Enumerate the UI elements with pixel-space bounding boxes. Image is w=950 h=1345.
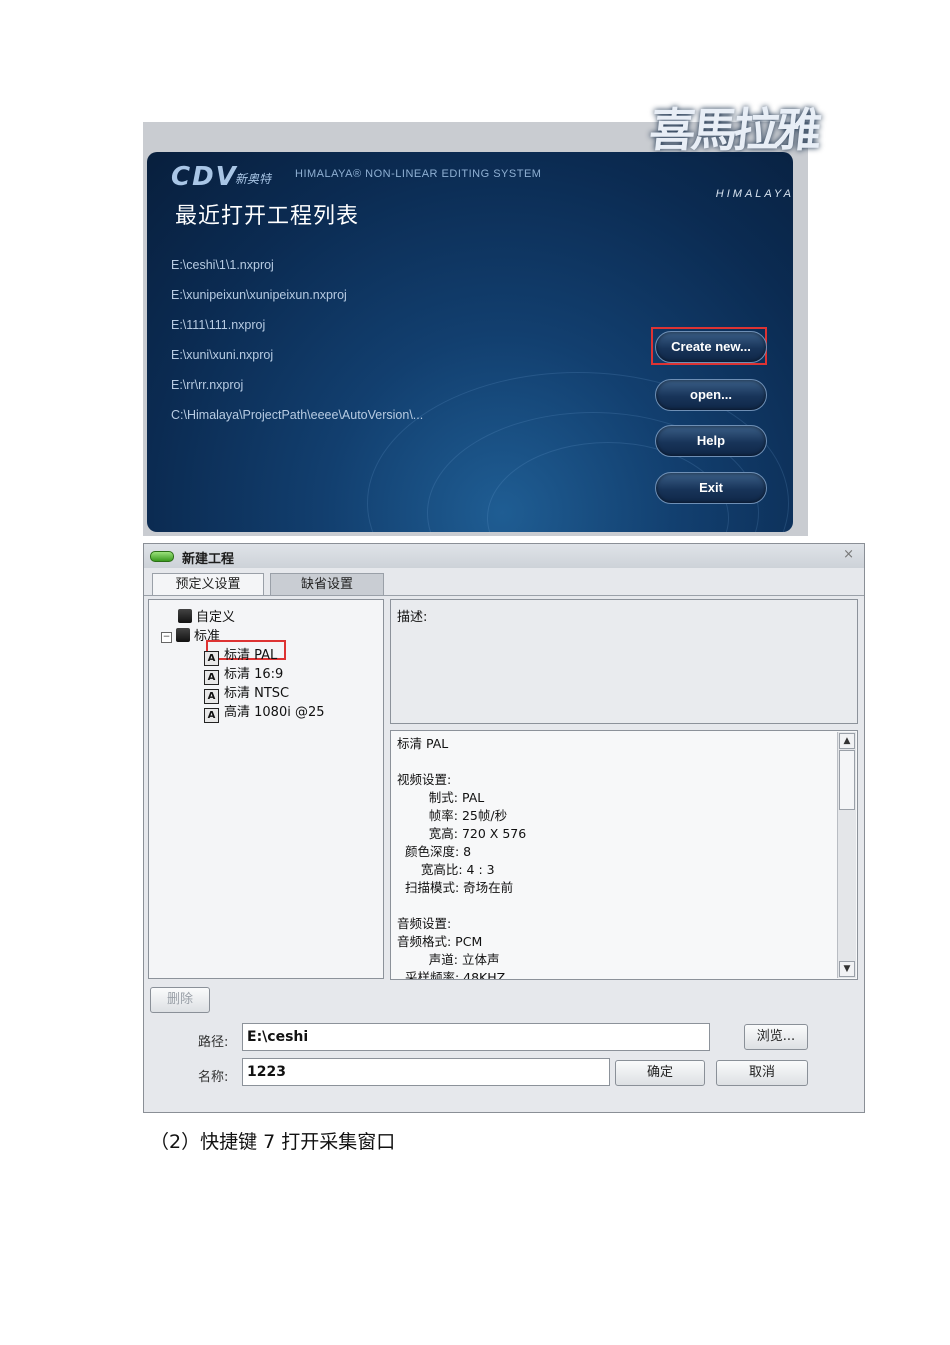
folder-icon (176, 628, 190, 642)
scroll-up-icon[interactable]: ▲ (839, 733, 855, 749)
recent-projects-splash: CDV 新奥特 HIMALAYA® NON-LINEAR EDITING SYS… (143, 103, 821, 536)
tree-item-label: 标清 NTSC (224, 686, 290, 701)
preset-icon: A (204, 708, 219, 723)
description-label: 描述: (397, 610, 428, 625)
tree-item-label: 标清 16:9 (224, 667, 284, 682)
tree-item-hd-1080i[interactable]: A 高清 1080i @25 (204, 701, 325, 723)
cdv-logo: CDV (171, 162, 238, 192)
himalaya-en-logo: HIMALAYA (715, 188, 794, 200)
folder-icon (178, 609, 192, 623)
path-field[interactable]: E:\ceshi (242, 1023, 710, 1051)
tab-predefined[interactable]: 预定义设置 (152, 573, 264, 596)
details-scrollbar[interactable]: ▲ ▼ (837, 732, 856, 978)
product-subtitle: HIMALAYA® NON-LINEAR EDITING SYSTEM (295, 168, 542, 180)
dialog-title: 新建工程 (182, 552, 235, 567)
browse-button[interactable]: 浏览... (744, 1024, 808, 1050)
cancel-button[interactable]: 取消 (716, 1060, 808, 1086)
description-box: 描述: (390, 599, 858, 724)
himalaya-cn-logo: 喜馬拉雅 (646, 103, 821, 157)
recent-project-item[interactable]: E:\rr\rr.nxproj (171, 370, 423, 400)
preset-details-text: 标清 PAL 视频设置: 制式: PAL 帧率: 25帧/秒 宽高: 720 X… (397, 736, 527, 980)
recent-project-item[interactable]: E:\xuni\xuni.nxproj (171, 340, 423, 370)
recent-project-item[interactable]: E:\ceshi\1\1.nxproj (171, 250, 423, 280)
open-button[interactable]: open... (655, 379, 767, 411)
preset-tree: 自定义 − 标准 A 标清 PAL A 标清 16:9 A 标清 NTSC A 高清 10… (148, 599, 384, 979)
scroll-down-icon[interactable]: ▼ (839, 961, 855, 977)
collapse-icon[interactable]: − (161, 632, 172, 643)
help-button[interactable]: Help (655, 425, 767, 457)
name-label: 名称: (198, 1070, 229, 1085)
recent-project-item[interactable]: C:\Himalaya\ProjectPath\eeee\AutoVersion… (171, 400, 423, 430)
tree-node-custom[interactable]: 自定义 (178, 606, 235, 625)
preset-details-box[interactable]: 标清 PAL 视频设置: 制式: PAL 帧率: 25帧/秒 宽高: 720 X… (390, 730, 858, 980)
recent-project-item[interactable]: E:\xunipeixun\xunipeixun.nxproj (171, 280, 423, 310)
new-project-dialog: 新建工程 × 预定义设置 缺省设置 自定义 − 标准 A 标清 PAL A 标清 16… (143, 543, 865, 1113)
tree-node-label: 自定义 (196, 610, 236, 625)
tree-item-label: 高清 1080i @25 (224, 705, 325, 720)
ok-button[interactable]: 确定 (615, 1060, 705, 1086)
recent-projects-list: E:\ceshi\1\1.nxproj E:\xunipeixun\xunipe… (171, 250, 423, 430)
exit-button[interactable]: Exit (655, 472, 767, 504)
recent-projects-title: 最近打开工程列表 (175, 204, 360, 229)
app-icon (150, 551, 174, 562)
brand-cn-name: 新奥特 (235, 172, 272, 186)
recent-project-item[interactable]: E:\111\111.nxproj (171, 310, 423, 340)
name-field[interactable]: 1223 (242, 1058, 610, 1086)
splash-panel: CDV 新奥特 HIMALAYA® NON-LINEAR EDITING SYS… (147, 152, 793, 532)
close-icon[interactable]: × (843, 547, 854, 562)
delete-button[interactable]: 删除 (150, 987, 210, 1013)
tab-default[interactable]: 缺省设置 (270, 573, 384, 596)
dialog-titlebar[interactable]: 新建工程 × (144, 544, 864, 568)
document-caption: （2）快捷键 7 打开采集窗口 (150, 1131, 396, 1153)
path-label: 路径: (198, 1035, 229, 1050)
create-new-button[interactable]: Create new... (655, 331, 767, 363)
tree-item-label: 标清 PAL (224, 648, 278, 663)
tab-divider (144, 595, 864, 596)
scroll-thumb[interactable] (839, 750, 855, 810)
